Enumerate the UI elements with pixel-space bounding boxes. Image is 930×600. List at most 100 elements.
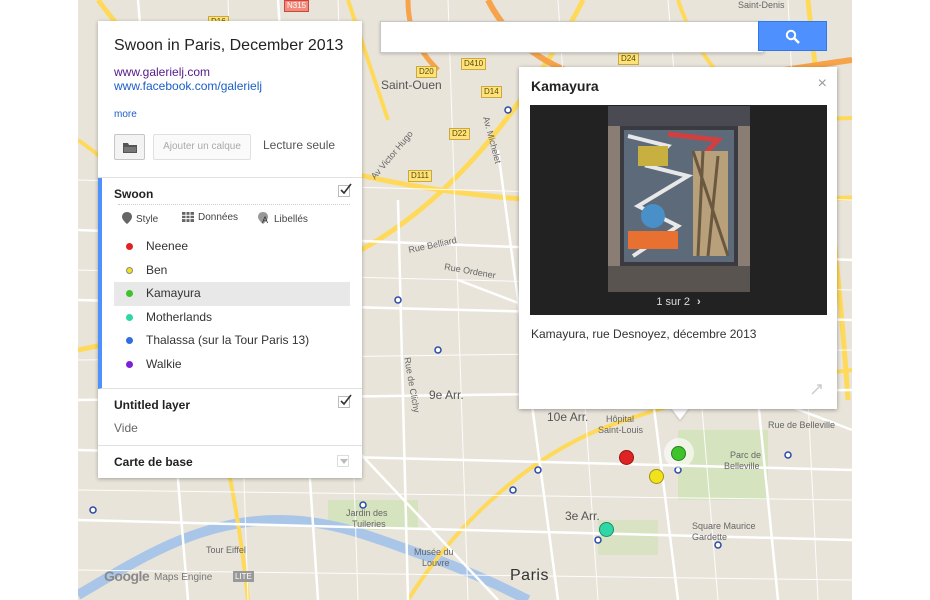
- label-3e-arr: 3e Arr.: [565, 509, 600, 523]
- empty-layer-text: Vide: [114, 421, 138, 435]
- marker-dot-icon: [126, 290, 133, 298]
- add-layer-button[interactable]: Ajouter un calque: [153, 134, 251, 160]
- divider: [118, 204, 350, 205]
- label-parc-belleville-2: Belleville: [724, 461, 760, 471]
- list-item-selected[interactable]: Kamayura: [114, 282, 350, 306]
- style-tool[interactable]: Style: [122, 212, 158, 225]
- layer-title[interactable]: Untitled layer: [114, 398, 190, 412]
- marker-dot-icon: [126, 360, 133, 368]
- search-icon: [785, 29, 800, 44]
- street-art-photo[interactable]: [608, 106, 750, 292]
- link-facebook[interactable]: www.facebook.com/galerielj: [114, 79, 262, 93]
- marker-dot-icon: [126, 243, 133, 250]
- close-button[interactable]: ×: [818, 75, 827, 93]
- open-folder-button[interactable]: [114, 134, 145, 160]
- road-shield: D20: [416, 66, 437, 78]
- label-hopital-2: Saint-Louis: [598, 425, 644, 435]
- road-shield: D410: [461, 58, 487, 70]
- photo-viewer: 1 sur 2 ›: [530, 105, 827, 315]
- google-logo: Google: [104, 568, 150, 584]
- list-item[interactable]: Motherlands: [114, 306, 350, 330]
- data-tool[interactable]: Données: [182, 212, 238, 223]
- road-shield: D14: [481, 86, 502, 98]
- layer-visibility-checkbox[interactable]: [338, 394, 352, 408]
- label-10e-arr: 10e Arr.: [547, 410, 589, 424]
- label-icon: A: [258, 212, 268, 225]
- layer-untitled[interactable]: Untitled layer Vide: [98, 389, 362, 446]
- road-shield: D111: [408, 170, 432, 182]
- label-square-maurice: Square Maurice: [692, 521, 756, 531]
- base-map-dropdown[interactable]: [337, 455, 349, 467]
- lite-badge: LITE: [233, 571, 254, 582]
- label-square-maurice-2: Gardette: [692, 532, 728, 542]
- item-label: Kamayura: [146, 286, 201, 301]
- label-musee: Musée du: [414, 547, 454, 557]
- label-tuileries-2: Tuileries: [352, 519, 386, 529]
- info-card-title: Kamayura: [531, 78, 599, 94]
- labels-label: Libellés: [274, 214, 308, 225]
- style-label: Style: [136, 214, 159, 225]
- info-card: Kamayura × 1 sur 2 › Kamayura, rue Desno…: [519, 67, 837, 409]
- label-rue-de-belleville: Rue de Belleville: [768, 420, 836, 430]
- item-label: Walkie: [146, 356, 182, 371]
- item-label: Ben: [146, 262, 168, 277]
- info-card-description: Kamayura, rue Desnoyez, décembre 2013: [531, 327, 757, 341]
- road-shield: D22: [449, 128, 470, 140]
- map-header: Swoon in Paris, December 2013 www.galeri…: [98, 21, 362, 178]
- maps-engine-label: Maps Engine: [154, 572, 213, 583]
- label-hopital: Hôpital: [606, 414, 635, 424]
- label-tour-eiffel: Tour Eiffel: [206, 545, 246, 555]
- list-item[interactable]: Neenee: [114, 235, 350, 259]
- item-label: Thalassa (sur la Tour Paris 13): [146, 333, 310, 348]
- layer-title[interactable]: Swoon: [114, 187, 153, 201]
- table-icon: [182, 212, 194, 222]
- label-9e-arr: 9e Arr.: [429, 388, 464, 402]
- photo-graffiti-door: [608, 106, 750, 292]
- data-label: Données: [198, 212, 239, 223]
- label-saint-ouen: Saint-Ouen: [381, 78, 442, 92]
- road-shield: D24: [618, 53, 639, 65]
- map-marker-kamayura[interactable]: [671, 446, 686, 461]
- item-label: Neenee: [146, 239, 189, 253]
- label-paris: Paris: [510, 567, 549, 584]
- checkmark-icon: [340, 394, 352, 406]
- pager-text: 1 sur 2: [656, 296, 690, 308]
- road-shield: N315: [284, 0, 310, 12]
- label-saint-denis: Saint-Denis: [738, 0, 785, 10]
- expand-icon[interactable]: [811, 383, 823, 395]
- search-input[interactable]: [380, 21, 764, 53]
- map-marker-motherlands[interactable]: [599, 522, 614, 537]
- svg-text:A: A: [262, 215, 268, 224]
- marker-dot-icon: [126, 313, 133, 321]
- chevron-down-icon: [340, 459, 348, 464]
- layer-base-map[interactable]: Carte de base: [98, 446, 362, 478]
- more-link[interactable]: more: [114, 109, 137, 120]
- base-map-title[interactable]: Carte de base: [114, 455, 193, 469]
- link-galerielj[interactable]: www.galerielj.com: [114, 65, 210, 79]
- layer-swoon[interactable]: Swoon Style Données A Libellés Neenee Ben: [98, 178, 362, 389]
- photo-pager[interactable]: 1 sur 2 ›: [530, 296, 827, 308]
- feature-list: Neenee Ben Kamayura Motherlands Thalassa…: [114, 235, 350, 377]
- list-item[interactable]: Walkie: [114, 353, 350, 377]
- folder-icon: [123, 143, 137, 153]
- info-card-pointer: [671, 408, 689, 420]
- labels-tool[interactable]: A Libellés: [258, 212, 308, 225]
- chevron-right-icon[interactable]: ›: [697, 296, 701, 308]
- style-icon: [122, 212, 132, 224]
- map-marker-neenee[interactable]: [619, 450, 634, 465]
- map-title[interactable]: Swoon in Paris, December 2013: [114, 37, 343, 55]
- label-tuileries: Jardin des: [346, 508, 388, 518]
- marker-dot-icon: [126, 266, 133, 274]
- list-item[interactable]: Ben: [114, 259, 350, 283]
- label-parc-belleville: Parc de: [730, 450, 762, 460]
- read-only-label: Lecture seule: [263, 138, 336, 152]
- search-button[interactable]: [758, 21, 827, 51]
- checkmark-icon: [340, 183, 352, 195]
- label-musee-2: Louvre: [422, 558, 450, 568]
- layers-panel: Swoon in Paris, December 2013 www.galeri…: [98, 21, 362, 478]
- item-label: Motherlands: [146, 309, 213, 324]
- layer-visibility-checkbox[interactable]: [338, 183, 352, 197]
- list-item[interactable]: Thalassa (sur la Tour Paris 13): [114, 329, 350, 353]
- marker-dot-icon: [126, 337, 133, 345]
- map-marker-ben[interactable]: [649, 469, 664, 484]
